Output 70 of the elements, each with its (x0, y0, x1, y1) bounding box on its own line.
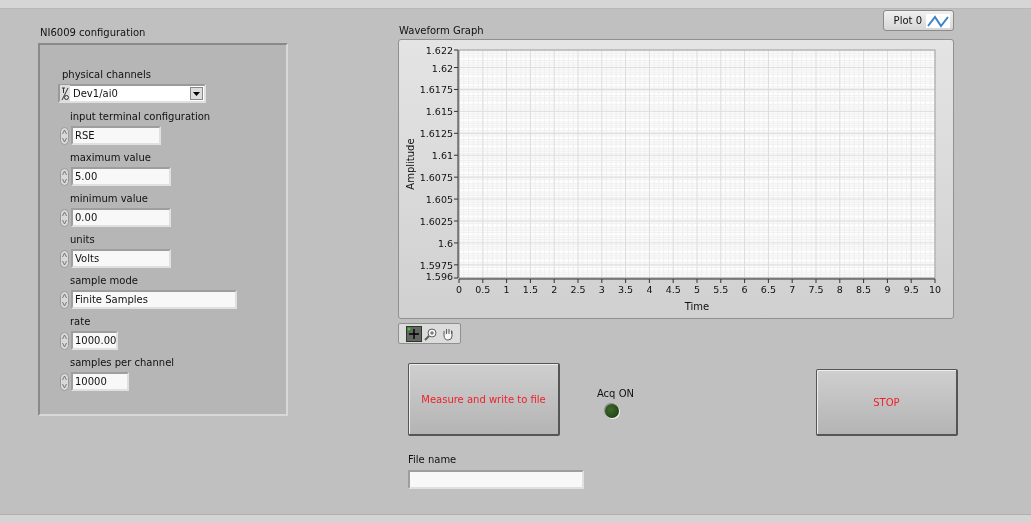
input-field[interactable]: Finite Samples (71, 290, 237, 309)
x-tick-label: 3.5 (618, 284, 634, 295)
x-tick-label: 8 (836, 284, 843, 295)
x-tick-label: 4 (646, 284, 653, 295)
input-field[interactable]: Volts (71, 249, 171, 268)
x-tick-label: 9.5 (903, 284, 919, 295)
control-label: sample mode (70, 275, 139, 287)
x-tick-label: 9 (884, 284, 891, 295)
y-tick-label: 1.61 (431, 150, 453, 162)
control-label: units (70, 234, 96, 246)
increment-arrows-icon[interactable] (60, 167, 69, 186)
x-tick-label: 0 (456, 284, 462, 295)
x-tick-label: 1.5 (522, 284, 538, 295)
control-label: physical channels (62, 69, 152, 81)
dropdown-value: Dev1/ai0 (72, 88, 119, 99)
y-tick-label: 1.615 (425, 106, 453, 118)
input-field[interactable]: RSE (71, 126, 161, 145)
x-tick-label: 10 (928, 284, 942, 295)
x-tick-label: 5 (694, 284, 700, 295)
increment-arrows-icon[interactable] (60, 290, 69, 309)
line-sample-icon (926, 13, 950, 28)
field-label: File name (408, 454, 458, 466)
magnifier-icon[interactable] (424, 327, 438, 341)
control-label: samples per channel (70, 357, 176, 369)
y-tick-label: 1.6125 (419, 128, 453, 140)
x-tick-label: 4.5 (665, 284, 681, 295)
x-tick-label: 6 (741, 284, 748, 295)
x-tick-label: 2 (551, 284, 558, 295)
increment-arrows-icon[interactable] (60, 372, 69, 391)
control-label: minimum value (70, 193, 149, 205)
y-tick-label: 1.62 (431, 62, 453, 74)
x-tick-label: 7 (789, 284, 796, 295)
x-axis-title: Time (684, 301, 710, 312)
increment-arrows-icon[interactable] (60, 208, 69, 227)
x-tick-label: 7.5 (808, 284, 824, 295)
x-tick-label: 3 (598, 284, 605, 295)
y-tick-label: 1.5975 (419, 259, 453, 271)
y-tick-label: 1.6175 (419, 84, 453, 96)
y-tick-label: 1.6025 (419, 216, 453, 227)
control-label: maximum value (70, 152, 152, 164)
panel-title: NI6009 configuration (40, 27, 147, 39)
y-tick-label: 1.605 (425, 194, 453, 206)
control-label: rate (70, 316, 92, 328)
increment-arrows-icon[interactable] (60, 249, 69, 268)
x-tick-label: 6.5 (760, 284, 776, 295)
y-tick-label: 1.622 (425, 45, 453, 56)
y-tick-label: 1.6075 (419, 172, 453, 184)
increment-arrows-icon[interactable] (60, 331, 69, 350)
input-field[interactable]: 0.00 (71, 208, 171, 227)
input-field[interactable]: 10000 (71, 372, 129, 391)
y-tick-label: 1.596 (425, 271, 453, 282)
input-field[interactable]: 5.00 (71, 167, 171, 186)
y-axis-title: Amplitude (405, 138, 416, 190)
x-tick-label: 5.5 (713, 284, 729, 295)
x-tick-label: 0.5 (475, 284, 491, 295)
x-tick-label: 8.5 (856, 284, 872, 295)
plot-legend[interactable]: Plot 0 (882, 10, 954, 31)
increment-arrows-icon[interactable] (60, 126, 69, 145)
y-tick-label: 1.6 (437, 237, 453, 249)
graph-title: Waveform Graph (399, 25, 484, 37)
io-icon (60, 85, 70, 102)
x-tick-label: 1 (503, 284, 510, 295)
file-name-field[interactable] (408, 470, 584, 489)
crosshair-icon[interactable] (407, 327, 421, 341)
x-tick-label: 2.5 (570, 284, 586, 295)
indicator-label: Acq ON (596, 388, 635, 400)
input-field[interactable]: 1000.00 (71, 331, 118, 350)
dropdown[interactable]: Dev1/ai0 (58, 84, 206, 103)
control-label: input terminal configuration (70, 111, 212, 123)
hand-icon[interactable] (441, 327, 455, 341)
